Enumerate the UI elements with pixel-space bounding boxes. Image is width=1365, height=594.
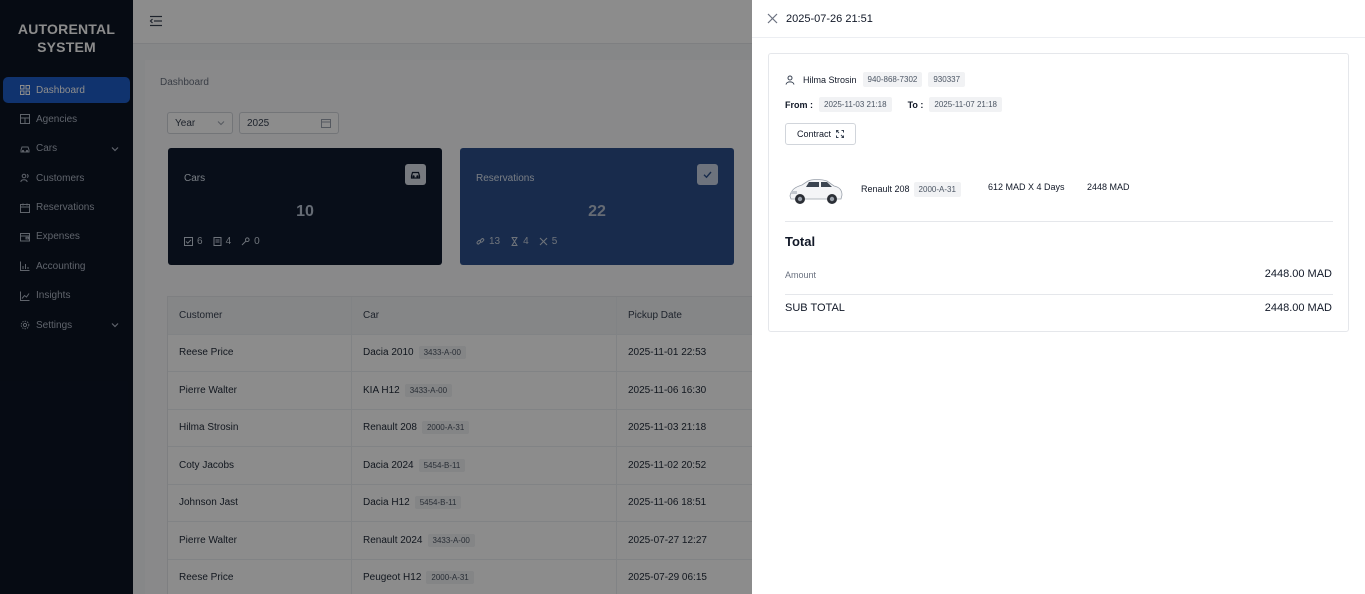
user-icon: [785, 75, 795, 85]
drawer-backdrop[interactable]: [0, 0, 752, 594]
to-date-badge: 2025-11-07 21:18: [929, 97, 1002, 112]
car-name: Renault 208 2000-A-31: [861, 181, 961, 197]
dates-row: From : 2025-11-03 21:18 To : 2025-11-07 …: [785, 97, 1002, 112]
car-line-total: 2448 MAD: [1087, 182, 1130, 192]
expand-icon: [836, 130, 844, 138]
reservation-drawer: 2025-07-26 21:51 Hilma Strosin 940-868-7…: [752, 0, 1365, 594]
subtotal-value: 2448.00 MAD: [1264, 302, 1332, 314]
from-date-badge: 2025-11-03 21:18: [819, 97, 892, 112]
contract-button[interactable]: Contract: [785, 123, 856, 145]
from-label: From :: [785, 99, 813, 110]
car-price-line: 612 MAD X 4 Days: [988, 182, 1065, 192]
divider: [785, 294, 1333, 295]
plate-badge: 2000-A-31: [913, 181, 961, 197]
customer-row: Hilma Strosin 940-868-7302 930337: [785, 72, 966, 87]
close-icon[interactable]: [767, 13, 778, 24]
customer-name: Hilma Strosin: [803, 74, 857, 85]
phone-badge: 940-868-7302: [862, 72, 923, 87]
drawer-header: 2025-07-26 21:51: [752, 0, 1365, 38]
divider: [785, 221, 1333, 222]
car-line-item: Renault 208 2000-A-31 612 MAD X 4 Days 2…: [785, 166, 1333, 212]
reservation-details-panel: Hilma Strosin 940-868-7302 930337 From :…: [768, 53, 1349, 332]
drawer-title: 2025-07-26 21:51: [786, 13, 873, 25]
amount-value: 2448.00 MAD: [1264, 268, 1332, 280]
amount-label: Amount: [785, 270, 817, 280]
contract-button-label: Contract: [796, 129, 831, 139]
car-thumbnail: [789, 179, 843, 204]
subtotal-label: SUB TOTAL: [785, 302, 845, 314]
total-heading: Total: [785, 234, 816, 249]
customer-code-badge: 930337: [928, 72, 966, 87]
to-label: To :: [907, 99, 924, 110]
